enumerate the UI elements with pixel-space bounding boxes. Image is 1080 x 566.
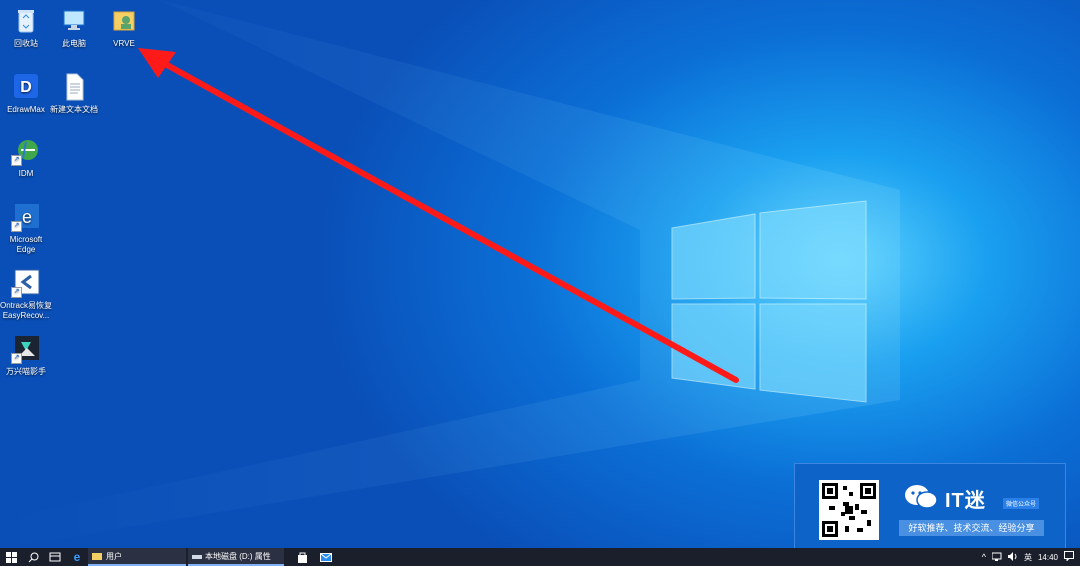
desktop-icon-edrawmax[interactable]: D EdrawMax [0,72,52,115]
windows-start-icon [5,551,17,563]
edge-taskbar-button[interactable]: e [66,548,88,566]
filmora-icon: ↗ [11,334,41,364]
mail-button[interactable] [314,548,338,566]
brand-tagline: 好软推荐、技术交流、经验分享 [899,520,1044,536]
shortcut-arrow-icon: ↗ [11,221,22,232]
edge-taskbar-icon: e [73,550,81,564]
taskbar-item-users[interactable]: 用户 [88,548,186,566]
brand-name: IT迷 [945,490,986,512]
desktop-icon-idm[interactable]: ↗ IDM [0,136,52,179]
desktop-icon-filmora[interactable]: ↗ 万兴喵影手 [0,334,52,377]
text-document-icon [59,72,89,102]
task-view-icon [49,552,61,562]
filmora-label: 万兴喵影手 [6,367,46,376]
volume-icon[interactable] [1007,551,1018,563]
idm-icon: ↗ [11,136,41,166]
this-pc-label: 此电脑 [62,39,86,48]
svg-text:D: D [20,79,32,96]
svg-text:e: e [22,207,32,227]
shortcut-arrow-icon: ↗ [11,155,22,166]
taskbar-item-drive-properties[interactable]: 本地磁盘 (D:) 属性 [188,548,284,566]
edrawmax-label: EdrawMax [7,105,45,114]
desktop-icon-easyrecovery[interactable]: ↗ Ontrack易恢复EasyRecov... [0,268,52,321]
mail-icon [320,552,332,562]
clock[interactable]: 14:40 [1038,553,1058,562]
drive-icon [192,555,202,559]
search-button[interactable] [22,548,44,566]
computer-icon [59,6,89,36]
chevron-up-icon[interactable]: ^ [982,552,986,562]
taskbar-item-drive-properties-label: 本地磁盘 (D:) 属性 [205,551,271,561]
shortcut-arrow-icon: ↗ [11,353,22,364]
desktop-icon-this-pc[interactable]: 此电脑 [48,6,100,49]
easyrecovery-icon: ↗ [11,268,41,298]
start-button[interactable] [0,548,22,566]
wechat-promo-panel: IT迷 微信公众号 好软推荐、技术交流、经验分享 [794,463,1066,553]
task-view-button[interactable] [44,548,66,566]
wechat-icon [903,482,939,517]
search-icon [28,552,38,562]
edge-label: Microsoft Edge [9,235,43,254]
new-text-document-label: 新建文本文档 [50,105,98,114]
user-folder-icon [109,6,139,36]
brand-badge: 微信公众号 [1003,498,1040,509]
recycle-bin-icon [11,6,41,36]
store-button[interactable] [290,548,314,566]
taskbar-item-users-label: 用户 [106,551,122,561]
qr-code [819,480,879,540]
edge-icon: e ↗ [11,202,41,232]
network-icon[interactable] [991,552,1002,563]
desktop-icon-microsoft-edge[interactable]: e ↗ Microsoft Edge [0,202,52,255]
edrawmax-icon: D [11,72,41,102]
idm-label: IDM [18,169,34,178]
shortcut-arrow-icon: ↗ [11,287,22,298]
folder-icon [92,553,102,560]
user-folder-label: VRVE [113,39,135,48]
easyrecovery-label: Ontrack易恢复EasyRecov... [0,301,53,320]
desktop-icon-user-folder[interactable]: VRVE [98,6,150,49]
system-tray: ^ 英 14:40 [982,548,1080,566]
desktop-icon-recycle-bin[interactable]: 回收站 [0,6,52,49]
taskbar: e 用户 本地磁盘 (D:) 属性 ^ 英 14:40 [0,548,1080,566]
notifications-icon[interactable] [1064,551,1074,563]
ime-indicator[interactable]: 英 [1024,552,1032,563]
desktop-icon-new-text-document[interactable]: 新建文本文档 [48,72,100,115]
store-icon [297,552,307,563]
recycle-bin-label: 回收站 [14,39,38,48]
desktop: 回收站 此电脑 VRVE D EdrawMax 新建文本文档 ↗ IDM e ↗… [0,0,1080,553]
